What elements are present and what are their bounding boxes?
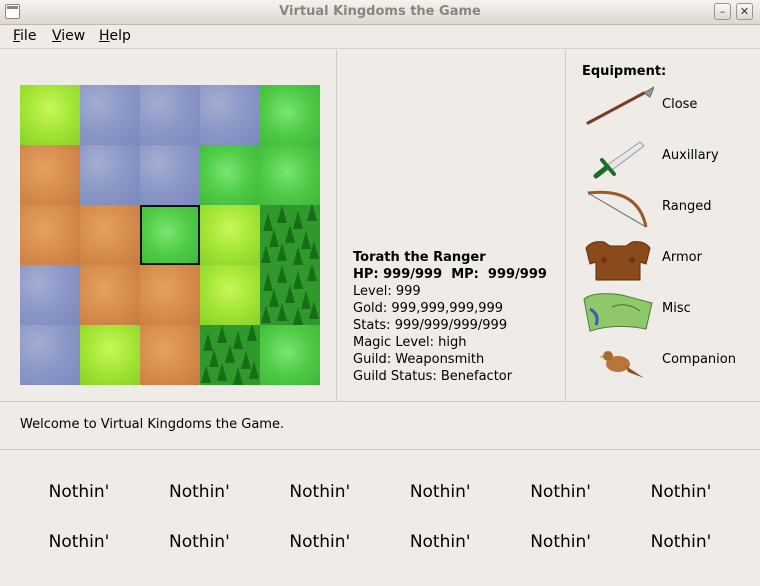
title-bar: Virtual Kingdoms the Game – ✕: [0, 0, 760, 25]
map-tile-sand[interactable]: [20, 205, 80, 265]
map-tile-sand[interactable]: [140, 325, 200, 385]
map-tile-light[interactable]: [200, 205, 260, 265]
menu-view[interactable]: View: [52, 28, 85, 44]
map-tile-sand[interactable]: [140, 265, 200, 325]
map-tile-grass[interactable]: [260, 145, 320, 205]
character-stats: Torath the Ranger HP: 999/999 MP: 999/99…: [353, 249, 547, 385]
menu-bar: File View Help: [0, 25, 760, 49]
divider-map-stats: [336, 50, 337, 401]
inventory-slot[interactable]: Nothin': [24, 532, 134, 552]
bow-icon: [587, 190, 648, 228]
map-tile-grass[interactable]: [140, 205, 200, 265]
close-button[interactable]: ✕: [736, 3, 753, 20]
map-tile-forest[interactable]: [260, 205, 320, 265]
magic-level-readout: Magic Level: high: [353, 335, 467, 350]
inventory-slot[interactable]: Nothin': [506, 482, 616, 502]
inventory-slot[interactable]: Nothin': [265, 532, 375, 552]
menu-help-label: elp: [109, 28, 131, 44]
guild-readout: Guild: Weaponsmith: [353, 352, 485, 367]
map-tile-forest[interactable]: [260, 265, 320, 325]
map-tile-grass[interactable]: [260, 325, 320, 385]
map-tile-water[interactable]: [140, 85, 200, 145]
map-tile-water[interactable]: [80, 145, 140, 205]
menu-help[interactable]: Help: [99, 28, 131, 44]
map-scroll-icon: [583, 293, 653, 332]
hawk-icon: [599, 351, 644, 378]
equip-slot-label: Companion: [662, 352, 736, 367]
divider-message-inventory: [0, 449, 760, 450]
hp-mp-readout: HP: 999/999 MP: 999/999: [353, 267, 547, 282]
equip-slot-ranged[interactable]: Ranged: [582, 187, 752, 231]
equip-slot-label: Ranged: [662, 199, 712, 214]
equip-slot-misc[interactable]: Misc: [582, 289, 752, 333]
equip-slot-label: Armor: [662, 250, 702, 265]
inventory-slot[interactable]: Nothin': [626, 482, 736, 502]
inventory-slot[interactable]: Nothin': [144, 482, 254, 502]
equip-slot-close[interactable]: Close: [582, 85, 752, 129]
equipment-heading: Equipment:: [582, 64, 667, 79]
map-tile-water[interactable]: [20, 325, 80, 385]
map-tile-sand[interactable]: [20, 145, 80, 205]
inventory-slot[interactable]: Nothin': [24, 482, 134, 502]
map-tile-water[interactable]: [140, 145, 200, 205]
dagger-icon: [593, 141, 645, 179]
map-tile-light[interactable]: [20, 85, 80, 145]
menu-view-mnemonic: V: [52, 28, 62, 44]
divider-stats-equipment: [565, 50, 566, 401]
map-tile-grass[interactable]: [260, 85, 320, 145]
leather-armor-icon: [585, 241, 651, 281]
inventory-slot[interactable]: Nothin': [626, 532, 736, 552]
gold-readout: Gold: 999,999,999,999: [353, 301, 504, 316]
map-tile-sand[interactable]: [80, 265, 140, 325]
equip-slot-label: Auxillary: [662, 148, 719, 163]
level-readout: Level: 999: [353, 284, 421, 299]
stats-readout: Stats: 999/999/999/999: [353, 318, 508, 333]
map-tile-forest[interactable]: [200, 325, 260, 385]
inventory-slot[interactable]: Nothin': [265, 482, 375, 502]
spear-icon: [586, 86, 654, 125]
menu-help-mnemonic: H: [99, 28, 110, 44]
menu-file-mnemonic: F: [13, 28, 21, 44]
status-message: Welcome to Virtual Kingdoms the Game.: [20, 417, 285, 432]
inventory-slot[interactable]: Nothin': [144, 532, 254, 552]
map-tile-water[interactable]: [200, 85, 260, 145]
inventory-slot[interactable]: Nothin': [385, 532, 495, 552]
map-tile-water[interactable]: [80, 85, 140, 145]
equip-slot-label: Close: [662, 97, 698, 112]
map-tile-light[interactable]: [200, 265, 260, 325]
window-title: Virtual Kingdoms the Game: [279, 4, 481, 19]
map-tile-grass[interactable]: [200, 145, 260, 205]
world-map[interactable]: [20, 85, 320, 385]
menu-file-label: ile: [20, 28, 37, 44]
map-tile-sand[interactable]: [80, 205, 140, 265]
menu-file[interactable]: File: [13, 28, 36, 44]
menu-view-label: iew: [61, 28, 86, 44]
equip-slot-companion[interactable]: Companion: [582, 340, 752, 384]
map-tile-light[interactable]: [80, 325, 140, 385]
guild-status-readout: Guild Status: Benefactor: [353, 369, 513, 384]
divider-top-message: [0, 401, 760, 402]
equip-slot-label: Misc: [662, 301, 691, 316]
character-name: Torath the Ranger: [353, 250, 486, 265]
inventory-slot[interactable]: Nothin': [506, 532, 616, 552]
equip-slot-armor[interactable]: Armor: [582, 238, 752, 282]
inventory-slot[interactable]: Nothin': [385, 482, 495, 502]
map-tile-water[interactable]: [20, 265, 80, 325]
equip-slot-auxillary[interactable]: Auxillary: [582, 136, 752, 180]
minimize-button[interactable]: –: [714, 3, 731, 20]
